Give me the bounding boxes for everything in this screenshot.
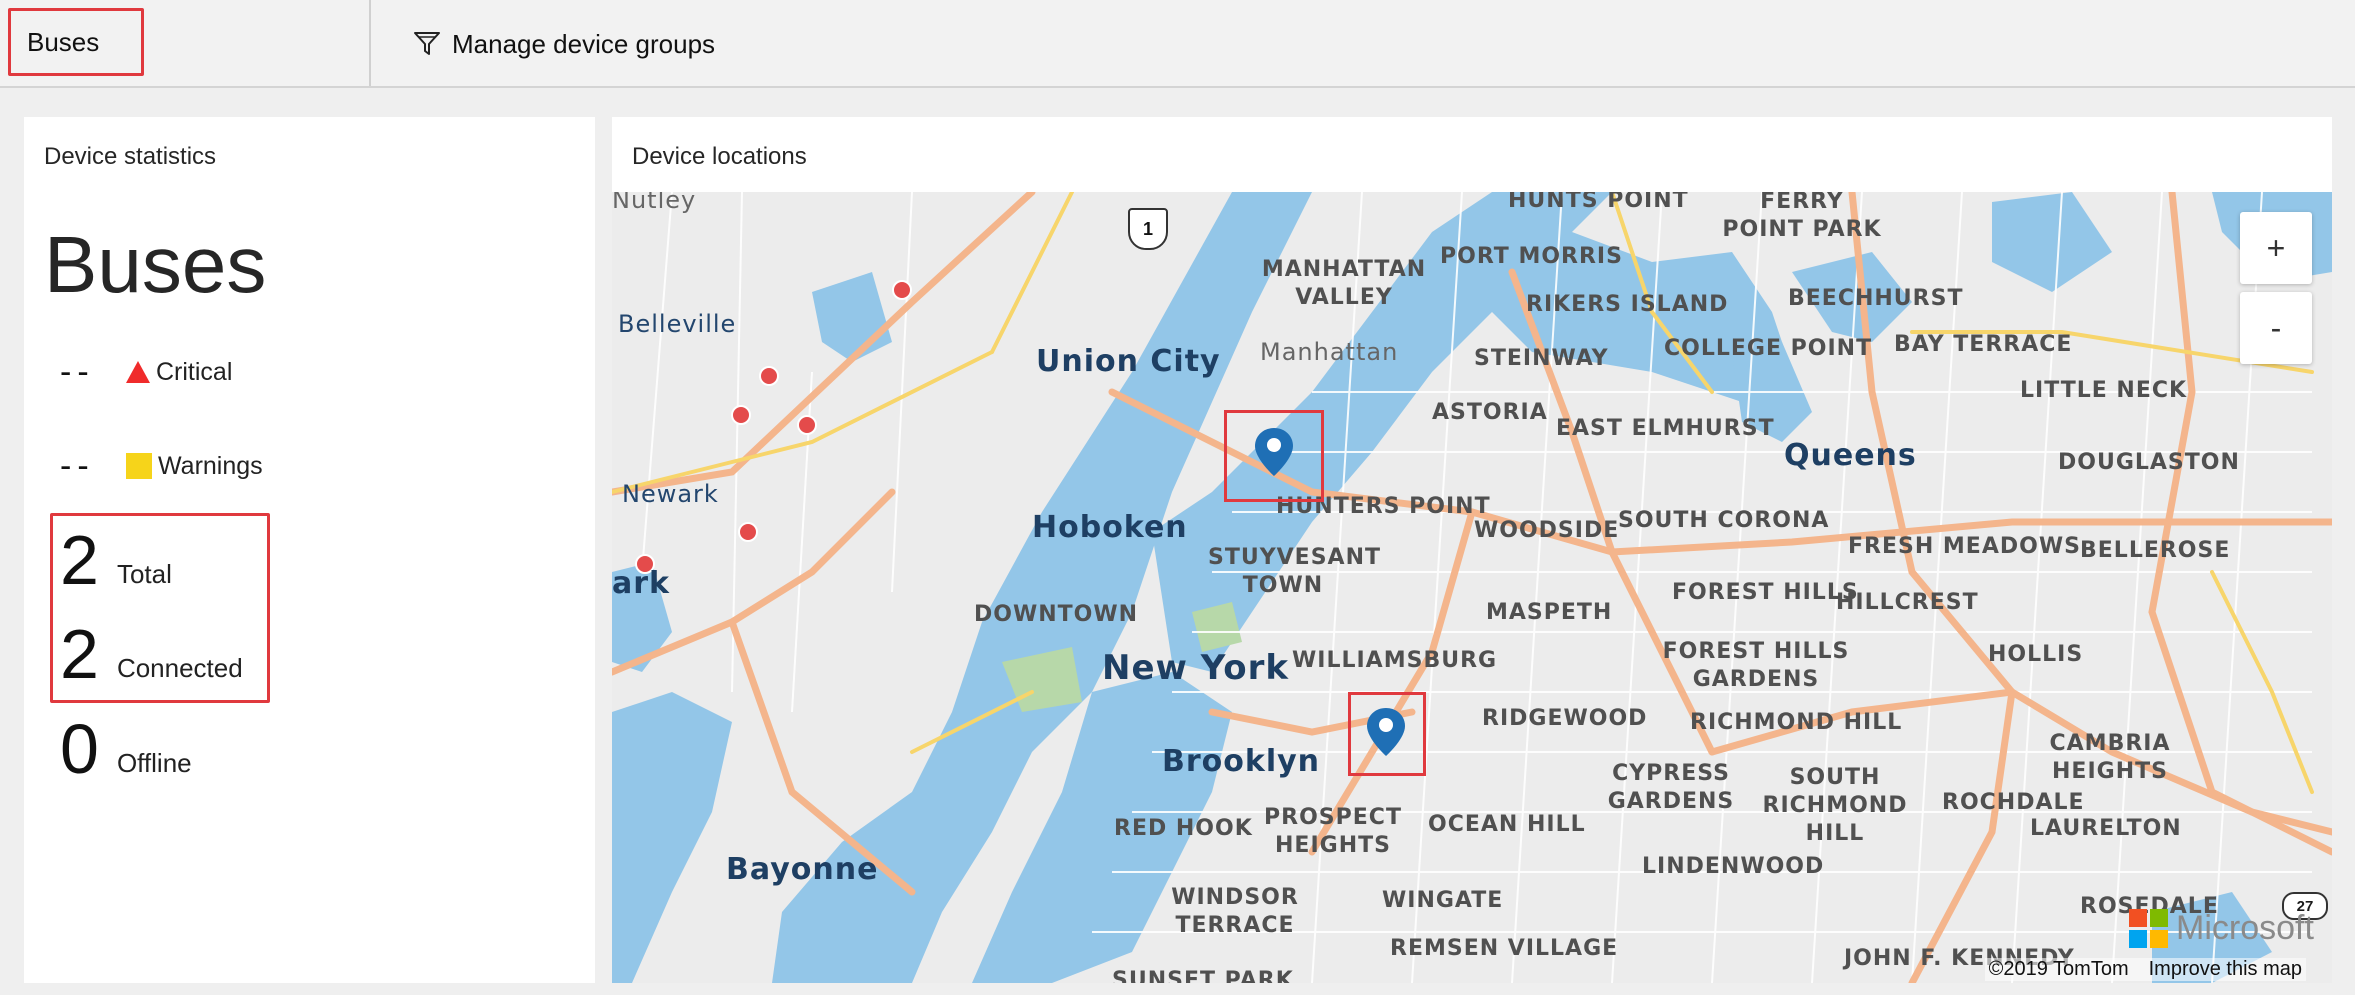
zoom-out-button[interactable]: - bbox=[2240, 292, 2312, 364]
copyright-text: ©2019 TomTom bbox=[1988, 958, 2129, 980]
map-label: REMSEN VILLAGE bbox=[1390, 936, 1619, 961]
map-label: SOUTH RICHMOND HILL bbox=[1762, 765, 1908, 846]
map-label: STEINWAY bbox=[1474, 346, 1609, 371]
map-label: PROSPECT HEIGHTS bbox=[1264, 805, 1402, 858]
device-location-pin-icon[interactable] bbox=[1252, 426, 1296, 478]
map-label: RIKERS ISLAND bbox=[1526, 292, 1729, 317]
map-label: FOREST HILLS GARDENS bbox=[1662, 639, 1850, 692]
warnings-label: Warnings bbox=[158, 452, 263, 480]
map-label: FRESH MEADOWS bbox=[1848, 534, 2081, 559]
map-label: CAMBRIA HEIGHTS bbox=[2049, 731, 2171, 784]
map-label: WOODSIDE bbox=[1474, 518, 1620, 543]
offline-stat: 0 Offline bbox=[60, 710, 192, 788]
toolbar-divider bbox=[369, 0, 371, 86]
map-label: Newark bbox=[622, 480, 719, 508]
manage-device-groups-button[interactable]: Manage device groups bbox=[412, 22, 715, 66]
map-label: RICHMOND HILL bbox=[1690, 710, 1903, 735]
total-label: Total bbox=[116, 559, 172, 589]
map-label: HOLLIS bbox=[1988, 642, 2084, 667]
device-map[interactable]: Nutley Belleville Newark ark Union City … bbox=[612, 192, 2332, 983]
critical-stat[interactable]: -- Critical bbox=[60, 355, 232, 389]
connected-count: 2 bbox=[60, 615, 99, 693]
total-stat: 2 Total bbox=[60, 521, 172, 599]
map-label: LINDENWOOD bbox=[1642, 854, 1825, 879]
warnings-count: -- bbox=[60, 447, 95, 485]
device-location-pin-icon[interactable] bbox=[1364, 706, 1408, 758]
map-label: HILLCREST bbox=[1836, 590, 1979, 615]
map-label: OCEAN HILL bbox=[1428, 812, 1586, 837]
connected-label: Connected bbox=[116, 653, 243, 683]
device-group-selector[interactable]: Buses bbox=[8, 8, 144, 76]
microsoft-logo: Microsoft bbox=[2129, 909, 2314, 948]
panel-title: Device statistics bbox=[44, 143, 217, 170]
map-label: MASPETH bbox=[1486, 600, 1613, 625]
microsoft-wordmark: Microsoft bbox=[2176, 909, 2314, 947]
map-label: Bayonne bbox=[726, 852, 879, 887]
map-label: FOREST HILLS bbox=[1672, 580, 1859, 605]
map-label: Queens bbox=[1784, 438, 1917, 473]
manage-device-groups-label: Manage device groups bbox=[452, 28, 716, 59]
map-label: BEECHHURST bbox=[1788, 286, 1964, 311]
map-label: Union City bbox=[1036, 344, 1221, 379]
map-label: BELLEROSE bbox=[2080, 538, 2231, 563]
zoom-in-button[interactable]: + bbox=[2240, 212, 2312, 284]
map-label: WINDSOR TERRACE bbox=[1171, 885, 1299, 938]
group-heading: Buses bbox=[44, 220, 267, 309]
map-label: SUNSET PARK bbox=[1112, 968, 1294, 983]
critical-label: Critical bbox=[156, 358, 233, 386]
offline-label: Offline bbox=[116, 748, 192, 778]
map-label: Hoboken bbox=[1032, 510, 1188, 545]
device-group-label: Buses bbox=[27, 26, 100, 57]
map-label: WINGATE bbox=[1382, 888, 1504, 913]
device-locations-panel: Device locations Nutley Belleville Newar… bbox=[612, 117, 2332, 983]
map-label: ASTORIA bbox=[1432, 400, 1548, 425]
route-shield-icon: 1 bbox=[1128, 208, 1168, 250]
map-label: PORT MORRIS bbox=[1440, 244, 1623, 269]
critical-count: -- bbox=[60, 353, 95, 391]
critical-triangle-icon bbox=[126, 361, 150, 383]
map-label: DOWNTOWN bbox=[974, 602, 1139, 627]
microsoft-logo-icon bbox=[2129, 909, 2168, 948]
map-label: Nutley bbox=[612, 192, 697, 214]
map-label: EAST ELMHURST bbox=[1556, 416, 1775, 441]
connected-stat: 2 Connected bbox=[60, 615, 243, 693]
device-statistics-panel: Device statistics Buses -- Critical -- W… bbox=[24, 117, 595, 983]
map-label: MANHATTAN VALLEY bbox=[1261, 257, 1427, 310]
map-label: SOUTH CORONA bbox=[1618, 508, 1830, 533]
warnings-stat[interactable]: -- Warnings bbox=[60, 449, 263, 483]
map-label: Brooklyn bbox=[1162, 744, 1321, 779]
offline-count: 0 bbox=[60, 710, 99, 788]
map-label: STUYVESANT TOWN bbox=[1208, 545, 1381, 598]
map-label: Belleville bbox=[618, 310, 737, 338]
filter-icon bbox=[414, 32, 440, 55]
total-count: 2 bbox=[60, 521, 99, 599]
map-label: LITTLE NECK bbox=[2020, 378, 2188, 403]
map-label: WILLIAMSBURG bbox=[1292, 648, 1498, 673]
map-label: New York bbox=[1102, 648, 1289, 688]
map-label: LAURELTON bbox=[2030, 816, 2182, 841]
panel-title: Device locations bbox=[632, 143, 807, 170]
top-bar: Buses Manage device groups bbox=[0, 0, 2355, 88]
map-label: BAY TERRACE bbox=[1894, 332, 2073, 357]
map-label: CYPRESS GARDENS bbox=[1607, 761, 1735, 814]
improve-map-link[interactable]: Improve this map bbox=[2149, 958, 2302, 981]
map-label: Manhattan bbox=[1260, 338, 1399, 366]
map-label: ark bbox=[612, 566, 670, 601]
map-label: FERRY POINT PARK bbox=[1722, 192, 1882, 242]
map-attribution: ©2019 TomTom Improve this map bbox=[1984, 958, 2306, 981]
map-label: RIDGEWOOD bbox=[1482, 706, 1648, 731]
map-label: DOUGLASTON bbox=[2058, 450, 2240, 475]
map-label: COLLEGE POINT bbox=[1664, 336, 1873, 361]
map-label: HUNTS POINT bbox=[1508, 192, 1689, 213]
warning-square-icon bbox=[126, 453, 152, 479]
map-label: RED HOOK bbox=[1114, 816, 1253, 841]
map-label: ROCHDALE bbox=[1942, 790, 2085, 815]
